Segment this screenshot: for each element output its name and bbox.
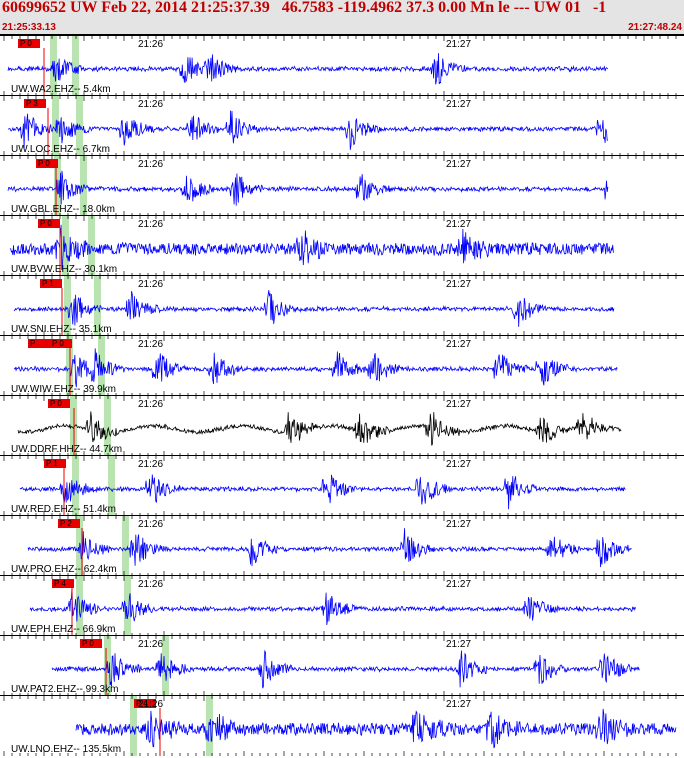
- pick-flag[interactable]: P 0: [18, 39, 40, 48]
- waveform: [29, 586, 636, 626]
- pick-window-band: [122, 516, 129, 576]
- trace-row: P 4 21:26 21:27 UW.LNO.EHZ-- 135.5km: [0, 695, 684, 756]
- pick-flag[interactable]: P 4: [52, 579, 74, 588]
- pick-flag[interactable]: P 3: [24, 99, 46, 108]
- pick-flag[interactable]: P 0: [48, 399, 70, 408]
- time-tick-label: 21:26: [138, 579, 164, 590]
- waveform: [7, 170, 609, 206]
- time-tick-label: 21:27: [446, 279, 472, 290]
- time-tick-label: 21:27: [446, 159, 472, 170]
- time-tick-label: 21:26: [138, 99, 164, 110]
- time-tick-label: 21:27: [446, 99, 472, 110]
- time-tick-label: 21:27: [446, 459, 472, 470]
- trace-row: P 1 21:26 21:27 UW.RED.EHZ-- 51.4km: [0, 455, 684, 516]
- time-tick-label: 21:26: [138, 459, 164, 470]
- waveform: [27, 528, 632, 568]
- station-label: UW.PAT2.EHZ-- 99.3km: [11, 684, 119, 695]
- trace-row: P 0 21:26 21:27 UW.DDRF.HHZ-- 44.7km: [0, 395, 684, 456]
- time-tick-label: 21:26: [138, 699, 164, 710]
- station-label: UW.EPH.EHZ-- 66.9km: [11, 624, 116, 635]
- pick-flag[interactable]: P: [28, 339, 50, 348]
- pick-flag[interactable]: P 0: [36, 159, 58, 168]
- station-label: UW.LNO.EHZ-- 135.5km: [11, 744, 122, 755]
- pick-window-band: [162, 636, 169, 696]
- trace-row: P 4 21:26 21:27 UW.EPH.EHZ-- 66.9km: [0, 575, 684, 636]
- time-tick-label: 21:27: [446, 339, 472, 350]
- station-label: UW.SNI.EHZ-- 35.1km: [11, 324, 112, 335]
- time-tick-label: 21:26: [138, 519, 164, 530]
- pick-flag[interactable]: P 1: [40, 279, 62, 288]
- trace-row: P 1 21:26 21:27 UW.SNI.EHZ-- 35.1km: [0, 275, 684, 336]
- trace-panel: P 0 21:26 21:27 UW.WA2.EHZ-- 5.4km P 3 21:26 2…: [0, 35, 684, 758]
- station-label: UW.WIW.EHZ-- 39.9km: [11, 384, 116, 395]
- pick-flag[interactable]: P 2: [58, 519, 80, 528]
- trace-row: P 0 21:26 21:27 UW.WA2.EHZ-- 5.4km: [0, 35, 684, 96]
- event-title: 60699652 UW Feb 22, 2014 21:25:37.39 46.…: [2, 0, 607, 16]
- station-label: UW.RED.EHZ-- 51.4km: [11, 504, 117, 515]
- pick-flag[interactable]: P 1: [44, 459, 66, 468]
- station-label: UW.GBL.EHZ-- 18.0km: [11, 204, 115, 215]
- time-tick-label: 21:26: [138, 159, 164, 170]
- time-tick-label: 21:26: [138, 279, 164, 290]
- pick-flag[interactable]: P 0: [38, 219, 60, 228]
- waveform: [13, 290, 615, 327]
- time-tick-label: 21:27: [446, 639, 472, 650]
- time-tick-label: 21:27: [446, 219, 472, 230]
- time-tick-label: 21:27: [446, 699, 472, 710]
- trace-row: P 3 21:26 21:27 UW.LOC.EHZ-- 6.7km: [0, 95, 684, 156]
- waveform: [51, 649, 640, 689]
- pick-flag[interactable]: P 0: [80, 639, 102, 648]
- time-tick-label: 21:26: [138, 339, 164, 350]
- start-time: 21:25:33.13: [2, 22, 56, 33]
- time-tick-label: 21:26: [138, 399, 164, 410]
- pick-flag[interactable]: P 0: [50, 339, 72, 348]
- trace-row: P 0 21:26 21:27 UW.GBL.EHZ-- 18.0km: [0, 155, 684, 216]
- trace-row: P 2 21:26 21:27 UW.PRO.EHZ-- 62.4km: [0, 515, 684, 576]
- time-tick-label: 21:27: [446, 399, 472, 410]
- trace-row: P 0 21:26 21:27 UW.PAT2.EHZ-- 99.3km: [0, 635, 684, 696]
- station-label: UW.WA2.EHZ-- 5.4km: [11, 84, 111, 95]
- waveform: [75, 708, 677, 749]
- time-tick-label: 21:27: [446, 519, 472, 530]
- end-time: 21:27:48.24: [628, 22, 682, 33]
- time-tick-label: 21:26: [138, 639, 164, 650]
- station-label: UW.LOC.EHZ-- 6.7km: [11, 144, 110, 155]
- event-header: 60699652 UW Feb 22, 2014 21:25:37.39 46.…: [0, 0, 684, 35]
- time-tick-label: 21:27: [446, 579, 472, 590]
- time-tick-label: 21:26: [138, 219, 164, 230]
- trace-row: PP 0 21:26 21:27 UW.WIW.EHZ-- 39.9km: [0, 335, 684, 396]
- trace-row: P 0 21:26 21:27 UW.BVW.EHZ-- 30.1km: [0, 215, 684, 276]
- time-tick-label: 21:27: [446, 39, 472, 50]
- time-tick-label: 21:26: [138, 39, 164, 50]
- station-label: UW.DDRF.HHZ-- 44.7km: [11, 444, 123, 455]
- station-label: UW.BVW.EHZ-- 30.1km: [11, 264, 118, 275]
- station-label: UW.PRO.EHZ-- 62.4km: [11, 564, 117, 575]
- waveform: [7, 53, 609, 85]
